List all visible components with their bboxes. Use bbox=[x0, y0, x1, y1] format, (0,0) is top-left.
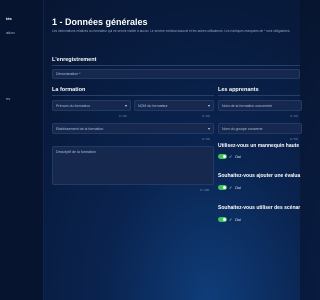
name-field[interactable]: Dénomination * bbox=[52, 69, 300, 79]
question-mannequin: Utilisez-vous un mannequin haute bbox=[218, 143, 300, 149]
sidebar-item-1[interactable]: tés bbox=[6, 16, 48, 21]
trainer-lastname-counter: 0 / 50 bbox=[202, 114, 210, 118]
description-label: Descriptif de la formation bbox=[56, 150, 96, 154]
page-title: 1 - Données générales bbox=[52, 17, 148, 27]
toggle-scenarios[interactable]: ✓ Oui bbox=[218, 217, 241, 222]
registration-title: L'enregistrement bbox=[52, 57, 97, 63]
registration-divider bbox=[52, 65, 300, 66]
name-field-label: Dénomination * bbox=[56, 72, 81, 76]
toggle-label: Oui bbox=[234, 217, 242, 222]
question-evaluation: Souhaitez-vous ajouter une évalua bbox=[218, 173, 301, 179]
toggle-label: Oui bbox=[234, 154, 242, 159]
trainer-lastname-label: NOM du formateur bbox=[138, 103, 168, 108]
chevron-down-icon bbox=[208, 104, 210, 107]
trainer-lastname-select[interactable]: NOM du formateur bbox=[134, 100, 214, 111]
group-name-field[interactable]: Nom du groupe concerné bbox=[218, 123, 302, 134]
group-name-label: Nom du groupe concerné bbox=[222, 126, 263, 131]
learners-divider bbox=[218, 95, 300, 96]
institution-counter: 0 / 50 bbox=[202, 137, 210, 141]
group-name-counter: 0 / 50 bbox=[290, 137, 298, 141]
institution-label: Établissement de la formation bbox=[56, 126, 104, 131]
trainer-firstname-counter: 0 / 50 bbox=[119, 114, 127, 118]
toggle-switch[interactable] bbox=[218, 154, 227, 159]
main-content: 1 - Données générales Les informations r… bbox=[44, 0, 302, 300]
sidebar: tés ation es bbox=[0, 0, 44, 300]
check-icon: ✓ bbox=[229, 217, 233, 222]
training-name-label: Nom de la formation concernée bbox=[222, 103, 273, 108]
toggle-label: Oui bbox=[234, 185, 242, 190]
toggle-switch[interactable] bbox=[218, 185, 227, 190]
toggle-evaluation[interactable]: ✓ Oui bbox=[218, 185, 241, 190]
training-name-counter: 0 / 50 bbox=[290, 114, 298, 118]
question-scenarios: Souhaitez-vous utiliser des scénar bbox=[218, 205, 301, 211]
chevron-down-icon bbox=[208, 127, 210, 130]
sidebar-item-3[interactable]: es bbox=[6, 96, 48, 101]
training-title: La formation bbox=[52, 87, 86, 93]
check-icon: ✓ bbox=[229, 185, 233, 190]
description-textarea[interactable]: Descriptif de la formation bbox=[52, 146, 214, 185]
check-icon: ✓ bbox=[229, 154, 233, 159]
training-divider bbox=[52, 95, 214, 96]
learners-title: Les apprenants bbox=[218, 87, 259, 93]
page-intro: Les informations relatives au formateur … bbox=[52, 29, 291, 33]
toggle-switch[interactable] bbox=[218, 217, 227, 222]
sidebar-item-2[interactable]: ation bbox=[6, 30, 48, 35]
trainer-firstname-select[interactable]: Prénom du formateur bbox=[52, 100, 131, 111]
training-name-field[interactable]: Nom de la formation concernée bbox=[218, 100, 302, 111]
trainer-firstname-label: Prénom du formateur bbox=[56, 103, 90, 108]
description-counter: 0 / 150 bbox=[200, 188, 210, 192]
chevron-down-icon bbox=[125, 104, 127, 107]
institution-select[interactable]: Établissement de la formation bbox=[52, 123, 214, 134]
toggle-mannequin[interactable]: ✓ Oui bbox=[218, 154, 241, 159]
